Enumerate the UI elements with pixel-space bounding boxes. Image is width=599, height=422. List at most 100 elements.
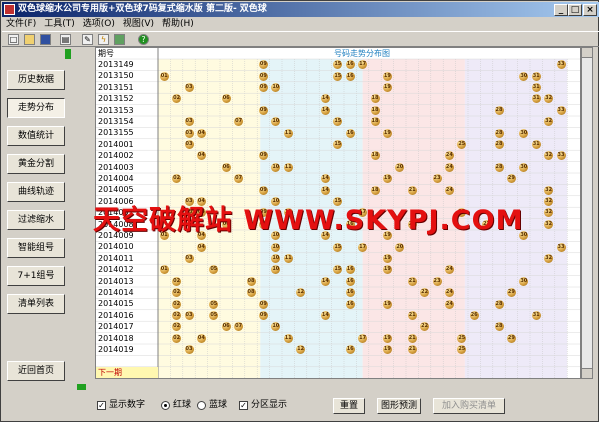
number-ball[interactable]: 04 xyxy=(196,128,206,138)
number-ball[interactable]: 02 xyxy=(172,276,182,286)
number-ball[interactable]: 11 xyxy=(283,162,293,172)
number-ball[interactable]: 05 xyxy=(209,299,219,309)
sidebar-item-history[interactable]: 历史数据 xyxy=(7,70,65,90)
number-ball[interactable]: 02 xyxy=(172,333,182,343)
number-ball[interactable]: 21 xyxy=(407,276,417,286)
number-ball[interactable]: 18 xyxy=(370,105,380,115)
number-ball[interactable]: 09 xyxy=(258,299,268,309)
number-ball[interactable]: 17 xyxy=(358,333,368,343)
number-ball[interactable]: 02 xyxy=(172,299,182,309)
vertical-scrollbar[interactable] xyxy=(581,47,593,379)
number-ball[interactable]: 10 xyxy=(271,242,281,252)
number-ball[interactable]: 29 xyxy=(506,333,516,343)
number-ball[interactable]: 03 xyxy=(184,117,194,127)
number-ball[interactable]: 28 xyxy=(494,140,504,149)
sidebar-item-list[interactable]: 清单列表 xyxy=(7,294,65,314)
number-ball[interactable]: 21 xyxy=(407,185,417,195)
number-ball[interactable]: 19 xyxy=(382,254,392,263)
number-ball[interactable]: 24 xyxy=(444,185,454,195)
number-ball[interactable]: 31 xyxy=(531,83,541,92)
number-ball[interactable]: 28 xyxy=(494,162,504,172)
menu-options[interactable]: 选项(O) xyxy=(79,17,119,31)
number-ball[interactable]: 28 xyxy=(494,322,504,332)
number-ball[interactable]: 33 xyxy=(556,105,566,115)
number-ball[interactable]: 14 xyxy=(320,105,330,115)
number-ball[interactable]: 18 xyxy=(370,117,380,127)
number-ball[interactable]: 03 xyxy=(184,128,194,138)
menu-file[interactable]: 文件(F) xyxy=(2,17,40,31)
number-ball[interactable]: 32 xyxy=(544,185,554,195)
open-icon[interactable] xyxy=(24,34,35,45)
number-ball[interactable]: 19 xyxy=(382,83,392,92)
number-ball[interactable]: 24 xyxy=(444,162,454,172)
number-ball[interactable]: 31 xyxy=(531,311,541,320)
number-ball[interactable]: 14 xyxy=(320,185,330,195)
number-ball[interactable]: 33 xyxy=(556,242,566,252)
collapse-arrow-icon[interactable] xyxy=(65,49,71,59)
number-ball[interactable]: 14 xyxy=(320,311,330,320)
number-ball[interactable]: 15 xyxy=(333,71,343,81)
tools-icon[interactable]: ✎ xyxy=(82,34,93,45)
number-ball[interactable]: 16 xyxy=(345,276,355,286)
scroll-up-icon[interactable] xyxy=(582,48,592,58)
predict-button[interactable]: 图形预测 xyxy=(377,398,421,414)
menu-view[interactable]: 视图(V) xyxy=(119,17,158,31)
print-icon[interactable]: ▤ xyxy=(60,34,71,45)
number-ball[interactable]: 21 xyxy=(407,333,417,343)
number-ball[interactable]: 28 xyxy=(494,299,504,309)
reset-button[interactable]: 重置 xyxy=(333,398,365,414)
number-ball[interactable]: 03 xyxy=(184,83,194,92)
flash-icon[interactable]: ϟ xyxy=(98,34,109,45)
number-ball[interactable]: 14 xyxy=(320,276,330,286)
number-ball[interactable]: 15 xyxy=(333,242,343,252)
menu-tools[interactable]: 工具(T) xyxy=(40,17,79,31)
number-ball[interactable]: 30 xyxy=(519,128,529,138)
number-ball[interactable]: 23 xyxy=(432,174,442,184)
number-ball[interactable]: 21 xyxy=(407,345,417,355)
number-ball[interactable]: 08 xyxy=(246,288,256,298)
number-ball[interactable]: 17 xyxy=(358,242,368,252)
number-ball[interactable]: 03 xyxy=(184,345,194,355)
number-ball[interactable]: 18 xyxy=(370,185,380,195)
sidebar-item-curve[interactable]: 曲线轨迹 xyxy=(7,182,65,202)
number-ball[interactable]: 06 xyxy=(221,162,231,172)
zone-display-checkbox[interactable]: ✓ xyxy=(239,401,248,410)
number-ball[interactable]: 18 xyxy=(370,94,380,104)
menu-help[interactable]: 帮助(H) xyxy=(158,17,198,31)
sidebar-item-seven-plus-one[interactable]: 7+1组号 xyxy=(7,266,65,286)
number-ball[interactable]: 28 xyxy=(494,128,504,138)
help-icon[interactable]: ? xyxy=(138,34,149,45)
save-icon[interactable] xyxy=(40,34,51,45)
number-ball[interactable]: 19 xyxy=(382,299,392,309)
number-ball[interactable]: 33 xyxy=(556,151,566,161)
number-ball[interactable]: 23 xyxy=(432,276,442,286)
number-ball[interactable]: 09 xyxy=(258,71,268,81)
number-ball[interactable]: 19 xyxy=(382,128,392,138)
number-ball[interactable]: 04 xyxy=(196,333,206,343)
number-ball[interactable]: 11 xyxy=(283,333,293,343)
sidebar-item-golden[interactable]: 黄金分割 xyxy=(7,154,65,174)
sidebar-item-trend[interactable]: 走势分布 xyxy=(7,98,65,118)
number-ball[interactable]: 03 xyxy=(184,311,194,320)
number-ball[interactable]: 03 xyxy=(184,140,194,149)
calendar-icon[interactable] xyxy=(114,34,125,45)
minimize-button[interactable]: _ xyxy=(554,4,568,16)
number-ball[interactable]: 09 xyxy=(258,83,268,92)
number-ball[interactable]: 31 xyxy=(531,71,541,81)
maximize-button[interactable]: □ xyxy=(568,4,582,16)
number-ball[interactable]: 30 xyxy=(519,71,529,81)
number-ball[interactable]: 33 xyxy=(556,60,566,70)
number-ball[interactable]: 16 xyxy=(345,71,355,81)
number-ball[interactable]: 16 xyxy=(345,60,355,70)
new-icon[interactable]: □ xyxy=(8,34,19,45)
blue-ball-radio[interactable] xyxy=(197,401,206,410)
number-ball[interactable]: 21 xyxy=(407,311,417,320)
sidebar-item-stats[interactable]: 数值统计 xyxy=(7,126,65,146)
number-ball[interactable]: 09 xyxy=(258,105,268,115)
number-ball[interactable]: 16 xyxy=(345,128,355,138)
number-ball[interactable]: 16 xyxy=(345,288,355,298)
number-ball[interactable]: 16 xyxy=(345,299,355,309)
number-ball[interactable]: 03 xyxy=(184,254,194,263)
expand-arrow-icon[interactable] xyxy=(77,384,86,390)
number-ball[interactable]: 11 xyxy=(283,254,293,263)
